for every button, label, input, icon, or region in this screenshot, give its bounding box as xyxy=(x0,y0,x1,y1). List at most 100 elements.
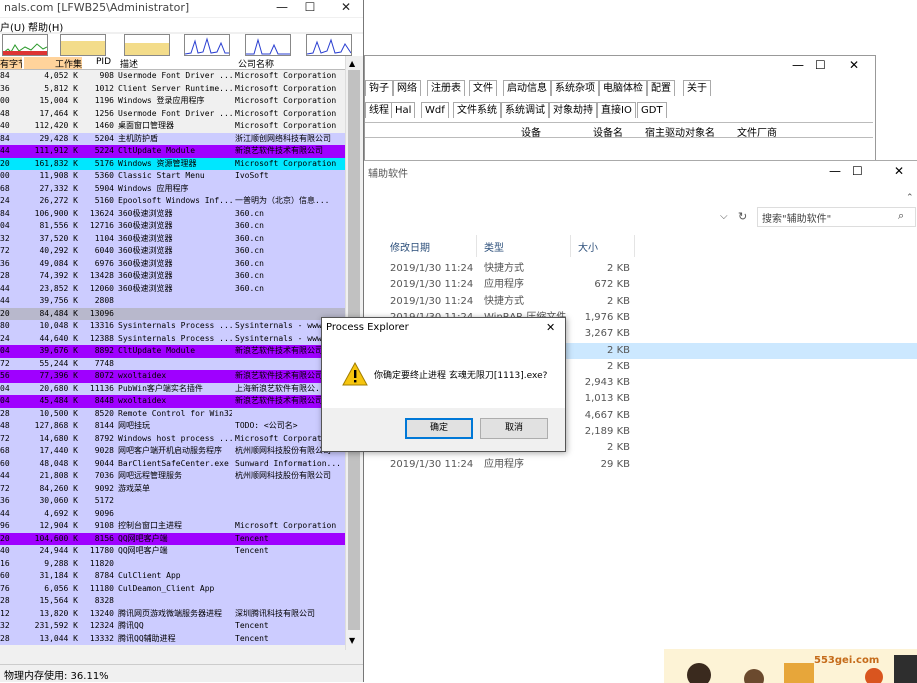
table-row[interactable]: 72 K 84,260 K 9092 游戏菜单 xyxy=(0,482,345,495)
tab-item[interactable]: 直接IO xyxy=(597,102,636,118)
file-row[interactable]: 2019/1/30 11:24 应用程序 29 KB xyxy=(364,457,917,473)
gpu-graph[interactable] xyxy=(306,34,352,56)
col-vendor[interactable]: 文件厂商 xyxy=(737,124,777,139)
table-row[interactable]: 32 K 231,592 K 12324 腾讯QQ Tencent xyxy=(0,620,345,633)
file-row[interactable]: 2019/1/30 11:24 应用程序 672 KB xyxy=(364,277,917,293)
table-row[interactable]: 40 K 24,944 K 11780 QQ网吧客户端 Tencent xyxy=(0,545,345,558)
col-company[interactable]: 公司名称 xyxy=(238,57,338,69)
cpu-graph[interactable] xyxy=(2,34,48,56)
tab-item[interactable]: 注册表 xyxy=(427,80,465,96)
table-row[interactable]: 04 K 81,556 K 12716 360极速浏览器 360.cn xyxy=(0,220,345,233)
table-row[interactable]: 28 K 10,500 K 8520 Remote Control for Win32 xyxy=(0,407,345,420)
table-row[interactable]: 20 K 161,832 K 5176 Windows 资源管理器 Microsoft … xyxy=(0,157,345,170)
table-row[interactable]: 60 K 48,048 K 9044 BarClientSafeCenter.exe S… xyxy=(0,457,345,470)
table-row[interactable]: 68 K17,440 K9028网吧客户端开机启动服务程序杭州顺网科技股份有限公… xyxy=(0,445,345,458)
table-row[interactable]: 36 K 30,060 K 5172 xyxy=(0,495,345,508)
table-row[interactable]: 16 K 9,288 K 11820 xyxy=(0,557,345,570)
col-device-name[interactable]: 设备名 xyxy=(593,124,623,139)
tab-item[interactable]: 文件系统 xyxy=(453,102,501,118)
table-row[interactable]: 04 K45,484 K8448wxoltaidex新浪艺软件技术有限公司 xyxy=(0,395,345,408)
pe-title-bar[interactable]: nals.com [LFWB25\Administrator] — ☐ ✕ xyxy=(0,0,363,17)
table-row[interactable]: 48 K 17,464 K 1256 Usermode Font Driver ...… xyxy=(0,108,345,121)
col-private-bytes[interactable]: 有字节 xyxy=(0,57,22,69)
table-row[interactable]: 28 K 15,564 K 8328 xyxy=(0,595,345,608)
table-row[interactable]: 84 K 4,052 K 908 Usermode Font Driver ...Mi… xyxy=(0,70,345,83)
table-row[interactable]: 28 K 74,392 K 13428 360极速浏览器 360.cn xyxy=(0,270,345,283)
table-row[interactable]: 84 K 106,900 K 13624 360极速浏览器 360.cn xyxy=(0,207,345,220)
col-size[interactable]: 大小 xyxy=(578,239,598,254)
tab-item[interactable]: 线程 xyxy=(365,102,393,118)
col-type[interactable]: 类型 xyxy=(484,239,504,254)
disk-graph[interactable] xyxy=(245,34,291,56)
col-modified-date[interactable]: 修改日期 xyxy=(390,239,430,254)
table-row[interactable]: 44 K 23,852 K 12060 360极速浏览器 360.cn xyxy=(0,282,345,295)
table-row[interactable]: 72 K 40,292 K 6040 360极速浏览器 360.cn xyxy=(0,245,345,258)
col-description[interactable]: 描述 xyxy=(120,57,230,69)
table-row[interactable]: 12 K 13,820 K 13240 腾讯网页游戏微端服务器进程 深圳腾讯科技有限公司 xyxy=(0,607,345,620)
table-row[interactable]: 24 K 44,640 K 12388 Sysinternals Process ..… xyxy=(0,332,345,345)
tab-item[interactable]: 系统调试 xyxy=(501,102,549,118)
minimize-icon[interactable]: — xyxy=(792,58,804,72)
refresh-icon[interactable]: ↻ xyxy=(738,210,747,223)
maximize-icon[interactable]: ☐ xyxy=(852,164,863,178)
table-row[interactable]: 36 K 49,084 K 6976 360极速浏览器 360.cn xyxy=(0,257,345,270)
tab-item[interactable]: 配置 xyxy=(647,80,675,96)
table-row[interactable]: 20 K 84,484 K 13096 xyxy=(0,307,345,320)
table-row[interactable]: 36 K 5,812 K 1012 Client Server Runtime...M… xyxy=(0,83,345,96)
table-row[interactable]: 40 K 112,420 K 1460 桌面窗口管理器 Microsoft Corpor… xyxy=(0,120,345,133)
explorer-scrollbar[interactable]: ⌃ xyxy=(904,185,916,665)
table-row[interactable]: 28 K 13,044 K 13332 腾讯QQ辅助进程 Tencent xyxy=(0,632,345,645)
tab-item[interactable]: Wdf xyxy=(421,102,449,118)
maximize-icon[interactable]: ☐ xyxy=(297,0,323,16)
table-row[interactable]: 32 K 37,520 K 1104 360极速浏览器 360.cn xyxy=(0,232,345,245)
table-row[interactable]: 72 K 14,680 K 8792 Windows host process ...… xyxy=(0,432,345,445)
menu-help[interactable]: 帮助(H) xyxy=(28,19,63,34)
table-row[interactable]: 48 K127,868 K8144网吧挂玩TODO: <公司名> xyxy=(0,420,345,433)
scroll-up-icon[interactable]: ▲ xyxy=(349,59,355,68)
search-input[interactable]: 搜索"辅助软件" xyxy=(762,210,831,225)
table-row[interactable]: 44 K 39,756 K 2808 xyxy=(0,295,345,308)
table-row[interactable]: 96 K 12,904 K 9108 控制台窗口主进程 Microsoft Corpor… xyxy=(0,520,345,533)
tab-item[interactable]: 启动信息 xyxy=(503,80,551,96)
scroll-down-icon[interactable]: ▼ xyxy=(349,636,355,645)
tab-item[interactable]: Hal xyxy=(391,102,416,118)
col-device[interactable]: 设备 xyxy=(521,124,541,139)
menu-user[interactable]: 户(U) xyxy=(0,19,25,34)
table-row[interactable]: 72 K 55,244 K 7748 xyxy=(0,357,345,370)
table-row[interactable]: 76 K 6,056 K 11180 CulDeamon_Client App xyxy=(0,582,345,595)
tab-item[interactable]: 钩子 xyxy=(365,80,393,96)
network-graph[interactable] xyxy=(184,34,230,56)
table-row[interactable]: 56 K77,396 K8072wxoltaidex新浪艺软件技术有限公司 xyxy=(0,370,345,383)
file-row[interactable]: 2019/1/30 11:24 快捷方式 2 KB xyxy=(364,261,917,277)
tab-item[interactable]: 网络 xyxy=(393,80,421,96)
commit-graph[interactable] xyxy=(60,34,106,56)
tab-item[interactable]: 关于 xyxy=(683,80,711,96)
minimize-icon[interactable]: — xyxy=(829,164,841,178)
io-graph[interactable] xyxy=(124,34,170,56)
col-host-driver[interactable]: 宿主驱动对象名 xyxy=(645,124,715,139)
table-row[interactable]: 68 K 27,332 K 5904 Windows 应用程序 xyxy=(0,182,345,195)
minimize-icon[interactable]: — xyxy=(269,0,295,16)
file-row[interactable]: 2019/1/30 11:24 快捷方式 2 KB xyxy=(364,294,917,310)
ok-button[interactable]: 确定 xyxy=(405,418,473,439)
table-row[interactable]: 04 K39,676 K8892CltUpdate Module新浪艺软件技术有… xyxy=(0,345,345,358)
table-row[interactable]: 00 K 15,004 K 1196 Windows 登录应用程序 Microsoft … xyxy=(0,95,345,108)
table-row[interactable]: 04 K20,680 K11136PubWin客户端实名插件上海新浪艺软件有限公… xyxy=(0,382,345,395)
tab-item[interactable]: 系统杂项 xyxy=(551,80,599,96)
table-row[interactable]: 44 K 4,692 K 9096 xyxy=(0,507,345,520)
scroll-up-icon[interactable]: ⌃ xyxy=(906,193,914,203)
table-row[interactable]: 44 K 21,808 K 7036 网吧远程管理服务 杭州顺网科技股份有限公司 xyxy=(0,470,345,483)
maximize-icon[interactable]: ☐ xyxy=(815,58,826,72)
table-row[interactable]: 60 K 31,184 K 8784 CulClient App xyxy=(0,570,345,583)
tab-item[interactable]: 电脑体检 xyxy=(599,80,647,96)
close-icon[interactable]: ✕ xyxy=(546,321,555,334)
col-working-set[interactable]: 工作集 xyxy=(24,57,82,69)
close-icon[interactable]: ✕ xyxy=(849,58,859,72)
col-pid[interactable]: PID xyxy=(96,57,116,69)
table-row[interactable]: 24 K 26,272 K 5160 Epoolsoft Windows Inf...… xyxy=(0,195,345,208)
table-row[interactable]: 84 K 29,428 K 5204 主机防护盾 浙江顺创网络科技有限公司 xyxy=(0,132,345,145)
close-icon[interactable]: ✕ xyxy=(894,164,904,178)
table-row[interactable]: 20 K 104,600 K 8156 QQ网吧客户端 Tencent xyxy=(0,532,345,545)
close-icon[interactable]: ✕ xyxy=(333,0,359,16)
tab-item[interactable]: 文件 xyxy=(469,80,497,96)
